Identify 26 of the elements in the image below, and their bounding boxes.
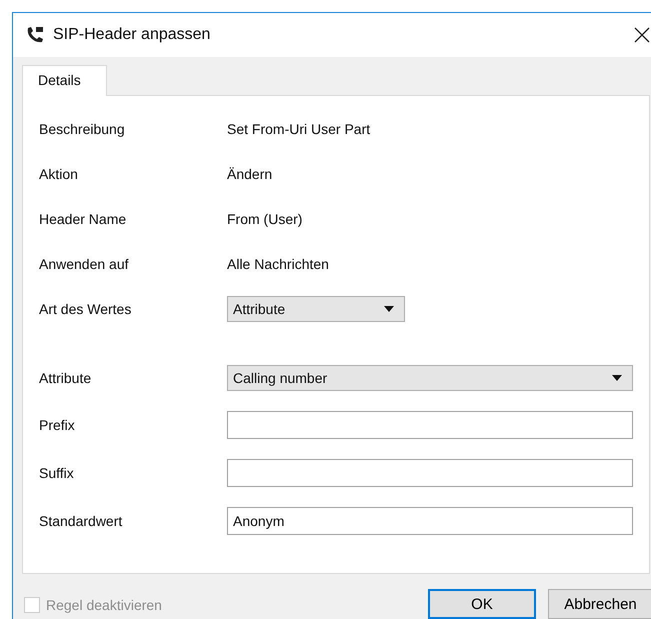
field-label: Anwenden auf <box>39 256 130 272</box>
dropdown[interactable]: Attribute <box>227 296 405 322</box>
ok-button[interactable]: OK <box>428 589 536 619</box>
input-field[interactable] <box>227 459 633 487</box>
field-label: Prefix <box>39 417 76 433</box>
window-title: SIP-Header anpassen <box>53 26 212 44</box>
field-value: From (User) <box>227 211 302 227</box>
field-label: Standardwert <box>39 513 124 529</box>
caret-icon <box>384 306 394 312</box>
field-value: Set From-Uri User Part <box>227 121 370 137</box>
field-value: Alle Nachrichten <box>227 256 329 272</box>
close-icon[interactable] <box>634 27 650 43</box>
caret-icon <box>612 375 622 381</box>
field-label: Header Name <box>39 211 128 227</box>
dropdown[interactable]: Calling number <box>227 365 633 391</box>
details-tab[interactable]: Details <box>22 65 107 96</box>
field-label: Attribute <box>39 370 92 386</box>
input-field[interactable]: Anonym <box>227 507 633 535</box>
field-label: Art des Wertes <box>39 301 132 317</box>
field-value: Ändern <box>227 166 272 182</box>
cancel-button[interactable]: Abbrechen <box>548 589 651 619</box>
field-label: Beschreibung <box>39 121 126 137</box>
phone-icon <box>25 25 45 45</box>
field-label: Suffix <box>39 465 75 481</box>
input-field[interactable] <box>227 411 633 439</box>
field-label: Aktion <box>39 166 79 182</box>
